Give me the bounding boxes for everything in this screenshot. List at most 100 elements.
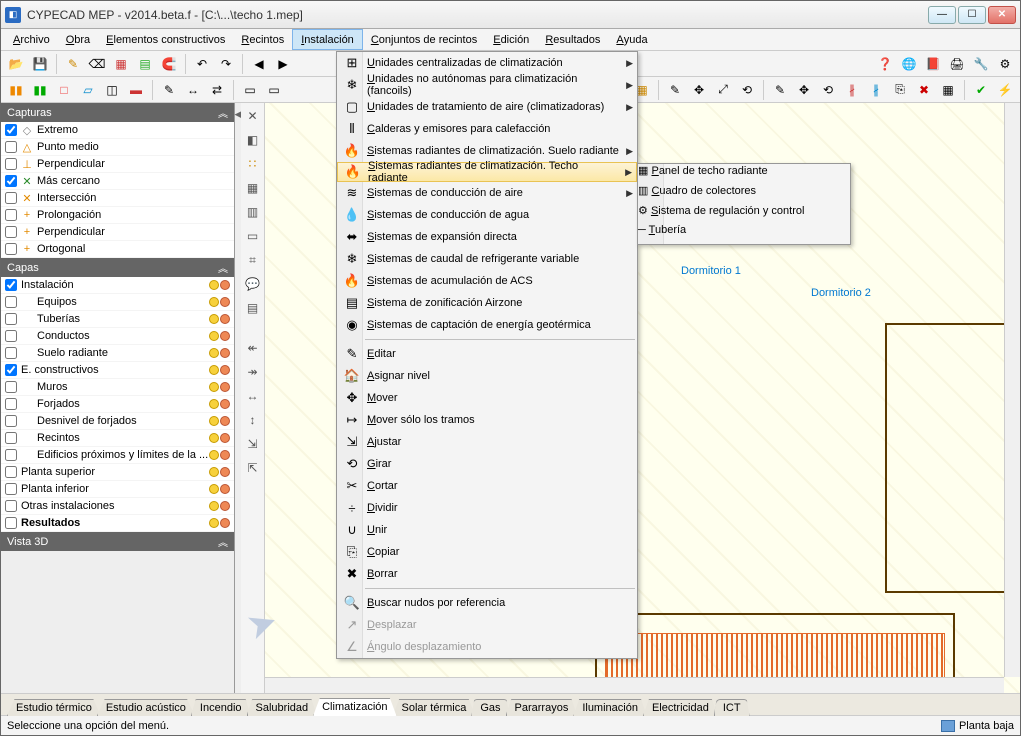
minimize-button[interactable]: — — [928, 6, 956, 24]
tab-estudio-acústico[interactable]: Estudio acústico — [97, 699, 195, 716]
tool-icon[interactable]: ▮▮ — [5, 79, 27, 101]
tool-icon[interactable]: ▭ — [244, 227, 262, 245]
capturas-item[interactable]: + Perpendicular — [1, 224, 234, 241]
layer-toggles[interactable] — [209, 348, 230, 358]
maximize-button[interactable]: ☐ — [958, 6, 986, 24]
checkbox[interactable] — [5, 192, 17, 204]
tab-gas[interactable]: Gas — [471, 699, 509, 716]
checkbox[interactable] — [5, 415, 17, 427]
tool-icon[interactable]: ⤢ — [712, 79, 734, 101]
capturas-item[interactable]: ◇ Extremo — [1, 122, 234, 139]
menu-item[interactable]: ⇲ Ajustar — [337, 431, 637, 453]
tool-icon[interactable]: ▭ — [263, 79, 285, 101]
floor-selector[interactable]: Planta baja — [941, 720, 1014, 732]
menu-item[interactable]: 🔥 Sistemas radiantes de climatización. S… — [337, 140, 637, 162]
horizontal-scrollbar[interactable] — [265, 677, 1004, 693]
menu-item[interactable]: ⟲ Girar — [337, 453, 637, 475]
tool-icon[interactable]: ∦ — [841, 79, 863, 101]
tab-pararrayos[interactable]: Pararrayos — [506, 699, 578, 716]
vista3d-header[interactable]: Vista 3D ︽ — [1, 532, 234, 551]
checkbox[interactable] — [5, 330, 17, 342]
menu-edición[interactable]: Edición — [485, 29, 537, 50]
layer-item[interactable]: Otras instalaciones — [1, 498, 234, 515]
undo-icon[interactable]: ↶ — [191, 53, 213, 75]
arrow-left-icon[interactable]: ◀ — [248, 53, 270, 75]
layer-item[interactable]: Planta superior — [1, 464, 234, 481]
tab-incendio[interactable]: Incendio — [191, 699, 251, 716]
tab-iluminación[interactable]: Iluminación — [573, 699, 647, 716]
menu-item[interactable]: ✥ Mover — [337, 387, 637, 409]
tool-icon[interactable]: ✕ — [244, 107, 262, 125]
confirm-icon[interactable]: ✔ — [970, 79, 992, 101]
save-icon[interactable]: 💾 — [29, 53, 51, 75]
tool-icon[interactable]: ↕ — [244, 411, 262, 429]
menu-item[interactable]: 🏠 Asignar nivel — [337, 365, 637, 387]
layer-item[interactable]: Forjados — [1, 396, 234, 413]
tool-icon[interactable]: ↞ — [244, 339, 262, 357]
layer-toggles[interactable] — [209, 365, 230, 375]
submenu-item[interactable]: ▥ Cuadro de colectores — [638, 184, 850, 204]
submenu-item[interactable]: ─ Tubería — [638, 224, 850, 244]
tab-estudio-térmico[interactable]: Estudio térmico — [7, 699, 101, 716]
tool-icon[interactable]: ⌗ — [244, 251, 262, 269]
rotate-icon[interactable]: ⟲ — [817, 79, 839, 101]
tool-icon[interactable]: ✎ — [62, 53, 84, 75]
settings-icon[interactable]: ⚙ — [994, 53, 1016, 75]
menu-item[interactable]: ▤ Sistema de zonificación Airzone — [337, 292, 637, 314]
magnet-icon[interactable]: 🧲 — [158, 53, 180, 75]
layer-item[interactable]: Recintos — [1, 430, 234, 447]
checkbox[interactable] — [5, 432, 17, 444]
layer-toggles[interactable] — [209, 416, 230, 426]
layer-item[interactable]: Resultados — [1, 515, 234, 532]
tool-icon[interactable]: □ — [53, 79, 75, 101]
menu-elementos-constructivos[interactable]: Elementos constructivos — [98, 29, 233, 50]
tool-icon[interactable]: ↔ — [244, 387, 262, 405]
capturas-item[interactable]: + Prolongación — [1, 207, 234, 224]
layer-item[interactable]: E. constructivos — [1, 362, 234, 379]
checkbox[interactable] — [5, 243, 17, 255]
tool-icon[interactable]: ⚡ — [994, 79, 1016, 101]
layer-toggles[interactable] — [209, 297, 230, 307]
tool-icon[interactable]: ↠ — [244, 363, 262, 381]
tool-icon[interactable]: ▮▮ — [29, 79, 51, 101]
checkbox[interactable] — [5, 466, 17, 478]
layer-toggles[interactable] — [209, 501, 230, 511]
submenu-item[interactable]: ⚙ Sistema de regulación y control — [638, 204, 850, 224]
move-icon[interactable]: ✥ — [793, 79, 815, 101]
menu-item[interactable]: 🔍 Buscar nudos por referencia — [337, 592, 637, 614]
capturas-item[interactable]: △ Punto medio — [1, 139, 234, 156]
layer-toggles[interactable] — [209, 467, 230, 477]
checkbox[interactable] — [5, 158, 17, 170]
layer-toggles[interactable] — [209, 314, 230, 324]
menu-item[interactable]: ❄ Sistemas de caudal de refrigerante var… — [337, 248, 637, 270]
capturas-item[interactable]: ✕ Intersección — [1, 190, 234, 207]
tool-icon[interactable]: 💬 — [244, 275, 262, 293]
tool-icon[interactable]: ▦ — [110, 53, 132, 75]
capas-header[interactable]: Capas ︽ — [1, 258, 234, 277]
menu-item[interactable]: ⬌ Sistemas de expansión directa — [337, 226, 637, 248]
layer-item[interactable]: Muros — [1, 379, 234, 396]
checkbox[interactable] — [5, 347, 17, 359]
menu-instalación[interactable]: Instalación — [292, 29, 363, 50]
menu-item[interactable]: 🔥 Sistemas de acumulación de ACS — [337, 270, 637, 292]
layer-toggles[interactable] — [209, 433, 230, 443]
redo-icon[interactable]: ↷ — [215, 53, 237, 75]
tab-climatización[interactable]: Climatización — [313, 698, 396, 716]
checkbox[interactable] — [5, 279, 17, 291]
tool-icon[interactable]: 🔧 — [970, 53, 992, 75]
globe-icon[interactable]: 🌐 — [898, 53, 920, 75]
tab-salubridad[interactable]: Salubridad — [247, 699, 318, 716]
checkbox[interactable] — [5, 296, 17, 308]
tool-icon[interactable]: ∷ — [244, 155, 262, 173]
tool-icon[interactable]: ⇲ — [244, 435, 262, 453]
layer-toggles[interactable] — [209, 518, 230, 528]
menu-recintos[interactable]: Recintos — [233, 29, 292, 50]
tool-icon[interactable]: ▭ — [239, 79, 261, 101]
tool-icon[interactable]: ▦ — [937, 79, 959, 101]
book-icon[interactable]: 📕 — [922, 53, 944, 75]
layer-item[interactable]: Tuberías — [1, 311, 234, 328]
layer-item[interactable]: Desnivel de forjados — [1, 413, 234, 430]
checkbox[interactable] — [5, 483, 17, 495]
close-button[interactable]: ✕ — [988, 6, 1016, 24]
tool-icon[interactable]: ▱ — [77, 79, 99, 101]
